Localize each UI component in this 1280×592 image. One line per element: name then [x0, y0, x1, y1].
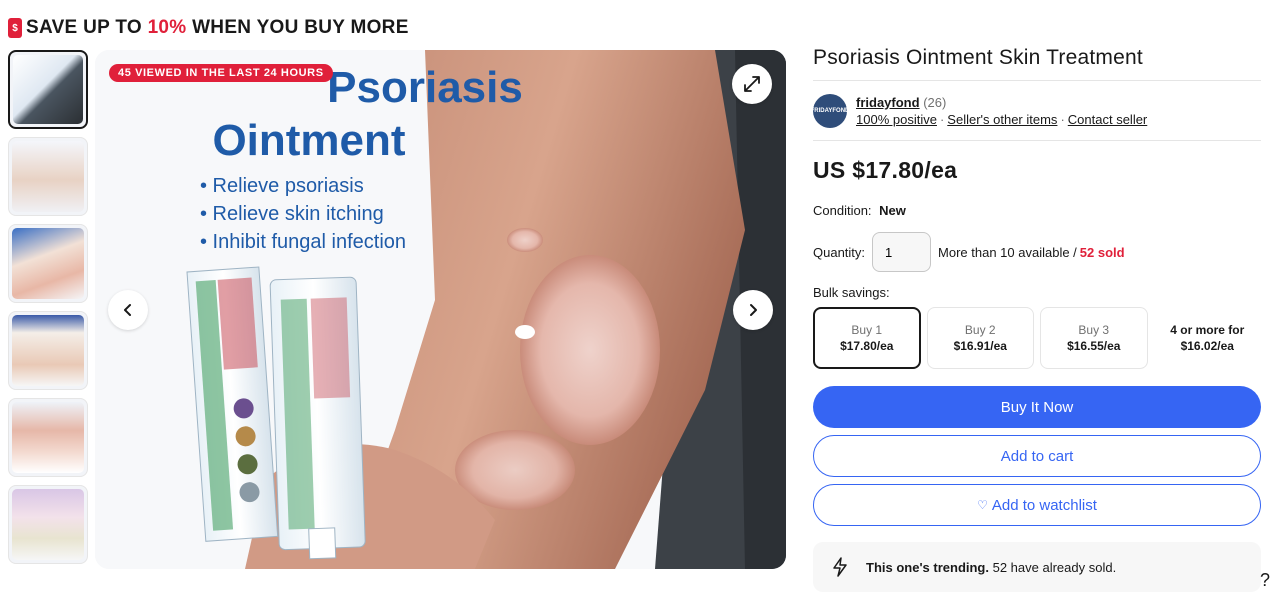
expand-button[interactable]	[732, 64, 772, 104]
trending-rest: 52 have already sold.	[989, 559, 1117, 575]
photo-bullet-2: • Relieve skin itching	[200, 203, 384, 225]
bulk-option-2[interactable]: Buy 2 $16.91/ea	[926, 307, 1035, 369]
seller-avatar[interactable]: FRIDAYFOND	[811, 94, 849, 128]
watchlist-label: Add to watchlist	[991, 496, 1097, 514]
product-details: Psoriasis Ointment Skin Treatment FRIDAY…	[811, 46, 1261, 526]
bulk-qty: Buy 3	[1078, 323, 1110, 337]
views-badge: 45 VIEWED IN THE LAST 24 HOURS	[109, 64, 333, 82]
banner-text: SAVE UP TO 10% WHEN YOU BUY MORE	[26, 17, 409, 39]
photo-bullet-1: • Relieve psoriasis	[200, 175, 364, 197]
photo-heading-2: Ointment	[212, 116, 405, 165]
chevron-left-icon	[124, 304, 131, 316]
thumbnail-list	[8, 50, 90, 572]
photo-heading-1: Psoriasis	[327, 63, 523, 112]
availability-text: More than 10 available /	[938, 244, 1077, 260]
add-to-cart-button[interactable]: Add to cart	[813, 435, 1261, 477]
thumbnail-4[interactable]	[8, 311, 88, 390]
trending-text: This one's trending. 52 have already sol…	[866, 560, 1116, 575]
bulk-savings-options: Buy 1 $17.80/ea Buy 2 $16.91/ea Buy 3 $1…	[813, 307, 1261, 369]
seller-name-link[interactable]: fridayfond	[856, 95, 920, 110]
bulk-price: $16.91/ea	[953, 339, 1007, 353]
seller-card: FRIDAYFOND fridayfond (26) 100% positive…	[811, 81, 1261, 141]
bulk-qty: 4 or more for	[1170, 323, 1245, 337]
price: US $17.80/ea	[813, 157, 958, 183]
seller-info: fridayfond (26) 100% positive · Seller's o…	[856, 94, 1147, 128]
bulk-price: $16.55/ea	[1067, 339, 1121, 353]
bulk-price: $17.80/ea	[840, 339, 894, 353]
thumbnail-2[interactable]	[8, 137, 88, 216]
add-to-watchlist-button[interactable]: ♡ Add to watchlist	[813, 484, 1261, 526]
bulk-option-4[interactable]: 4 or more for $16.02/ea	[1154, 307, 1261, 369]
tag-icon: $	[8, 18, 22, 38]
banner-prefix: SAVE UP TO	[26, 17, 148, 38]
condition-label: Condition:	[813, 203, 872, 218]
heart-icon: ♡	[977, 498, 988, 512]
savings-banner: $ SAVE UP TO 10% WHEN YOU BUY MORE	[8, 14, 409, 42]
trending-notice: This one's trending. 52 have already sol…	[813, 542, 1261, 592]
quantity-input[interactable]	[872, 232, 932, 272]
bulk-option-1[interactable]: Buy 1 $17.80/ea	[813, 307, 921, 369]
separator-dot: ·	[939, 112, 945, 127]
quantity-row: Quantity: More than 10 available / 52 so…	[813, 232, 1261, 272]
main-product-image[interactable]: Psoriasis Ointment • Relieve psoriasis •…	[95, 50, 786, 569]
seller-links: 100% positive · Seller's other items · Conta…	[856, 111, 1147, 128]
chevron-right-icon	[750, 304, 757, 316]
expand-icon	[744, 76, 760, 92]
thumbnail-5[interactable]	[8, 398, 88, 477]
seller-positive-link[interactable]: 100% positive	[856, 112, 937, 127]
lightning-icon	[833, 557, 847, 577]
sold-count: 52 sold	[1079, 244, 1125, 260]
buy-it-now-button[interactable]: Buy It Now	[813, 386, 1261, 428]
condition-value: New	[879, 203, 906, 218]
banner-suffix: WHEN YOU BUY MORE	[186, 17, 409, 38]
thumbnail-6[interactable]	[8, 485, 88, 564]
thumbnail-1[interactable]	[8, 50, 88, 129]
bulk-option-3[interactable]: Buy 3 $16.55/ea	[1040, 307, 1148, 369]
separator-dot: ·	[1060, 112, 1065, 127]
product-photo: Psoriasis Ointment • Relieve psoriasis •…	[95, 50, 786, 569]
contact-seller-link[interactable]: Contact seller	[1068, 112, 1147, 127]
banner-accent: 10%	[147, 17, 187, 38]
quantity-label: Quantity:	[813, 244, 866, 260]
product-title: Psoriasis Ointment Skin Treatment	[813, 46, 1261, 81]
seller-feedback-count: (26)	[923, 95, 947, 110]
prev-image-button[interactable]	[108, 290, 148, 330]
seller-other-items-link[interactable]: Seller's other items	[947, 112, 1057, 127]
condition: Condition: New	[813, 203, 1261, 218]
photo-bullet-3: • Inhibit fungal infection	[200, 231, 406, 253]
bulk-qty: Buy 1	[851, 323, 883, 337]
bulk-qty: Buy 2	[964, 323, 996, 337]
trending-bold: This one's trending.	[866, 559, 989, 575]
bulk-price: $16.02/ea	[1180, 339, 1234, 353]
thumbnail-3[interactable]	[8, 224, 88, 303]
next-image-button[interactable]	[733, 290, 773, 330]
bulk-savings-label: Bulk savings:	[813, 285, 890, 300]
